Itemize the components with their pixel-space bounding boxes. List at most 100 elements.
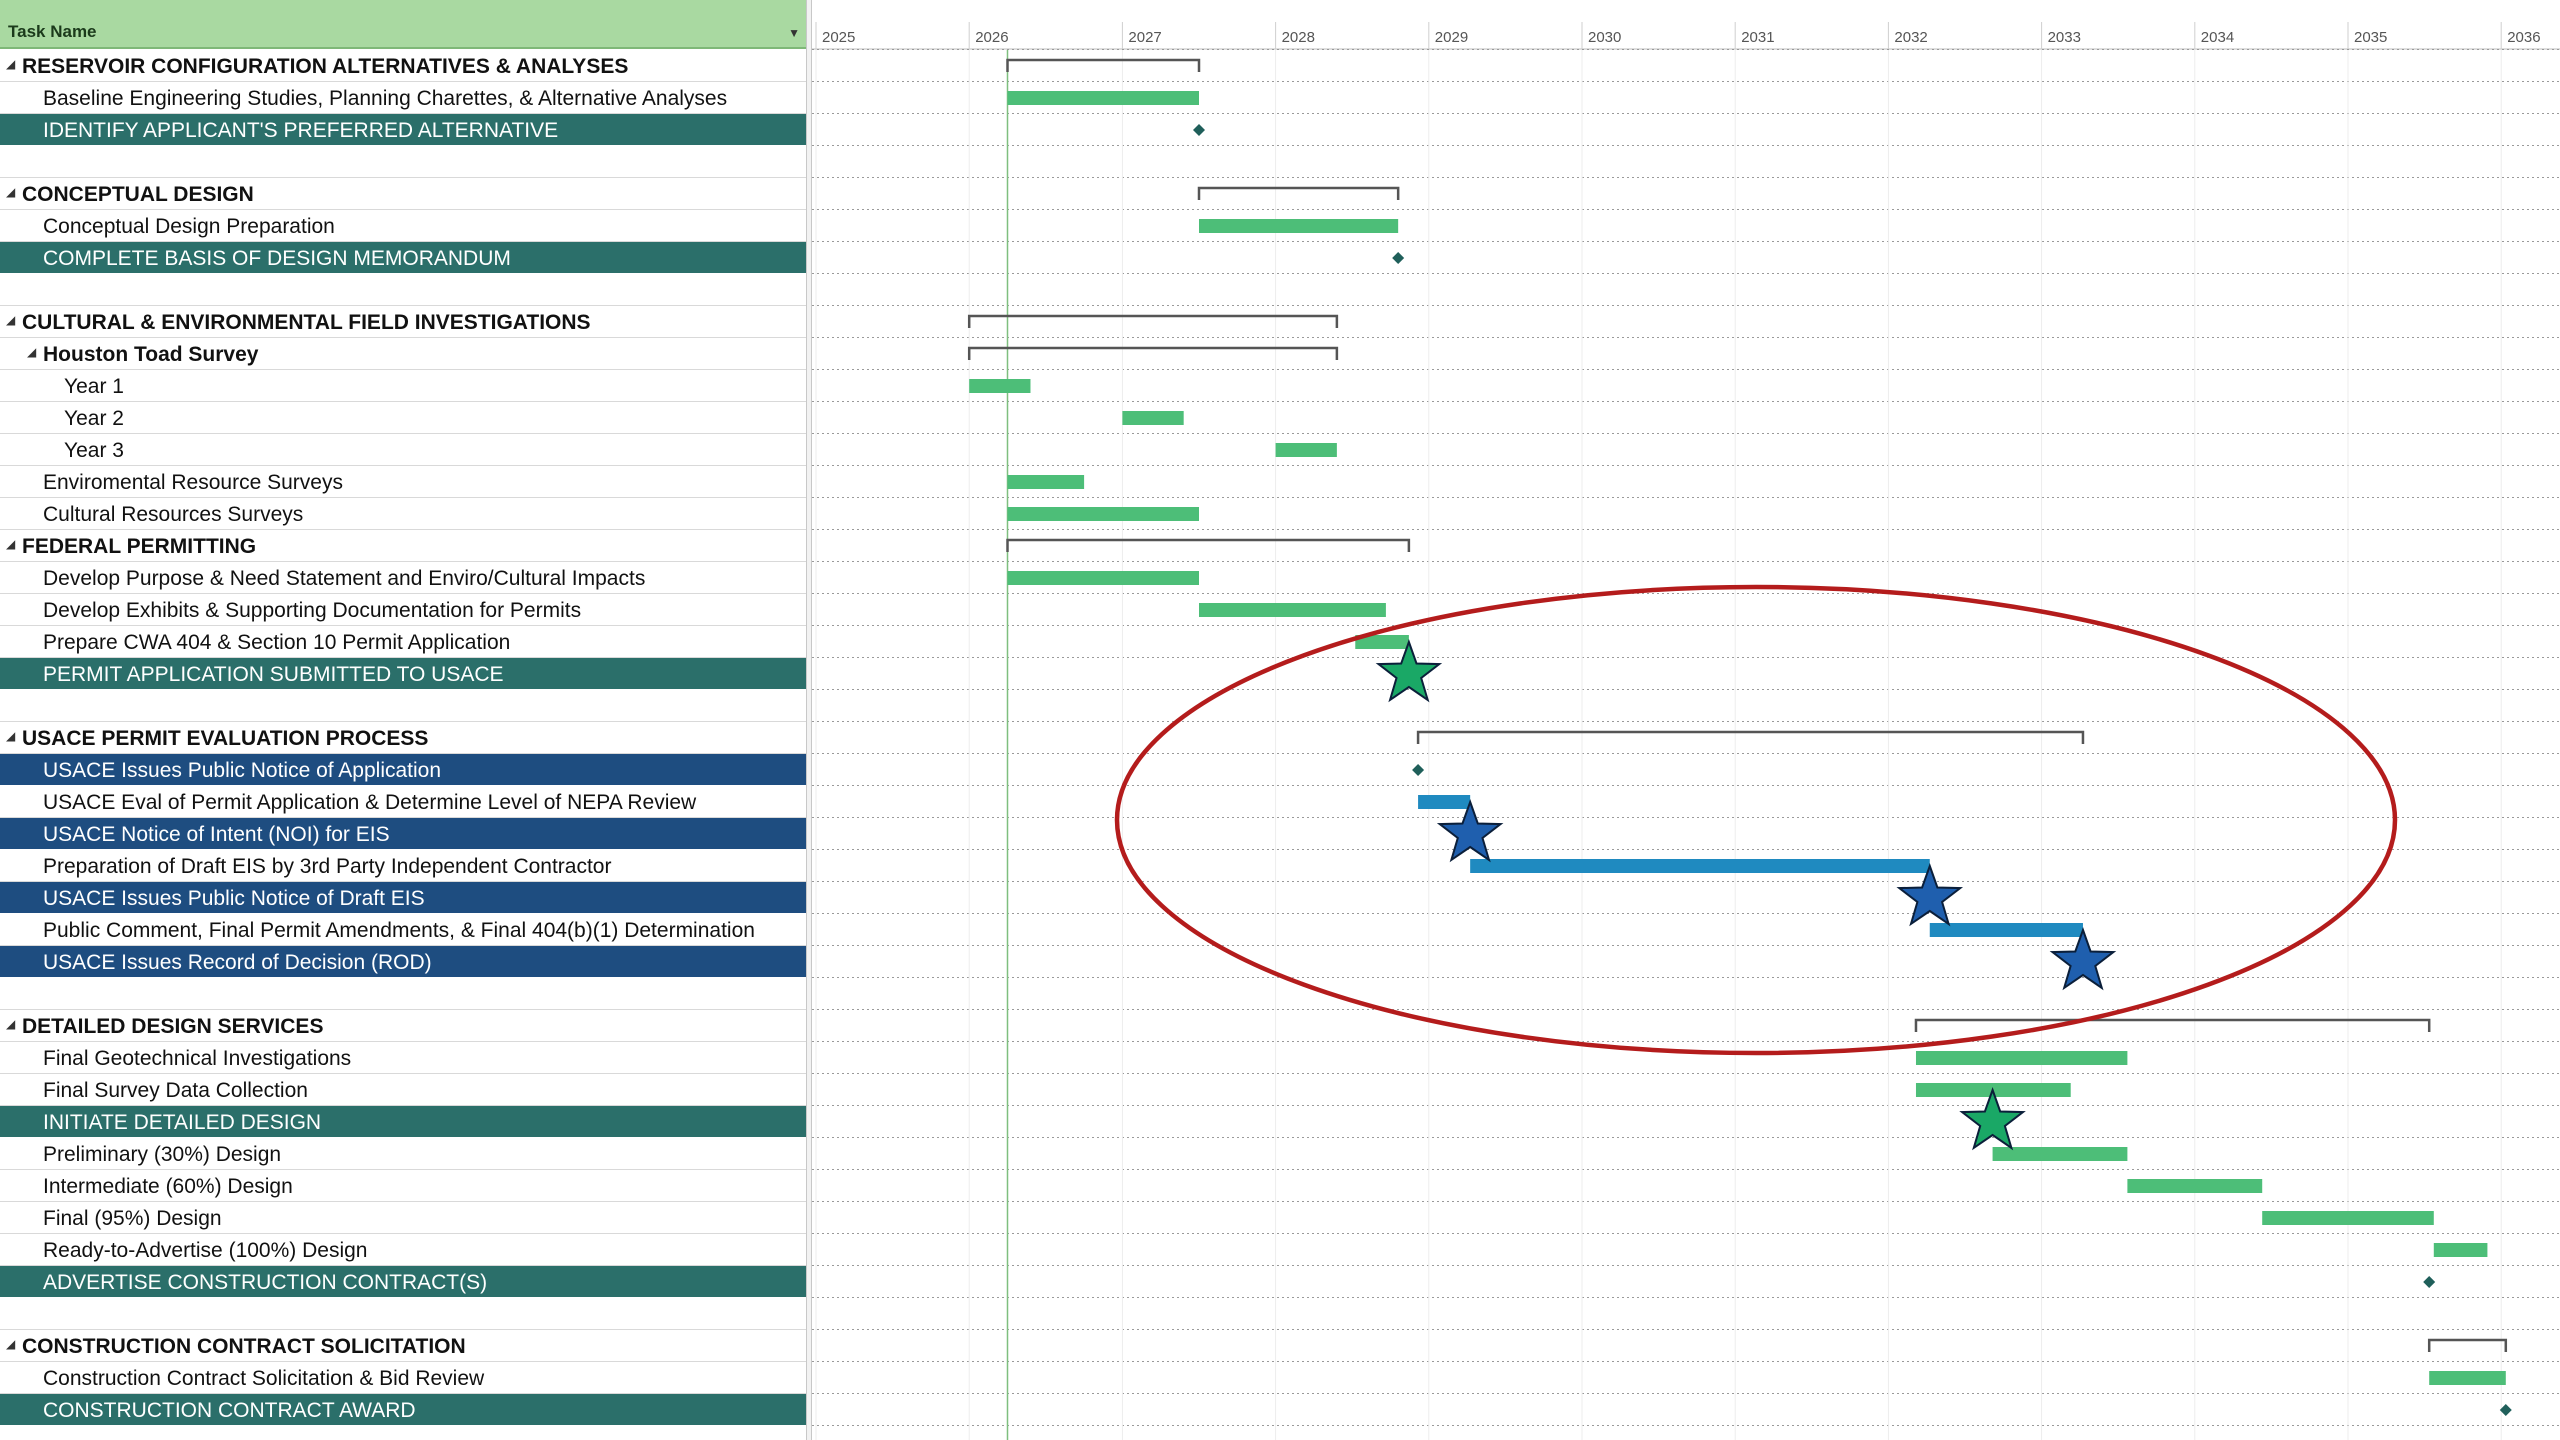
- collapse-toggle-icon[interactable]: ◢: [6, 313, 15, 327]
- milestone-row[interactable]: USACE Notice of Intent (NOI) for EIS: [0, 818, 806, 850]
- collapse-toggle-icon[interactable]: ◢: [6, 185, 15, 199]
- blank-row[interactable]: [0, 1298, 806, 1330]
- task-row[interactable]: Public Comment, Final Permit Amendments,…: [0, 914, 806, 946]
- task-name-header-label: Task Name: [8, 22, 97, 41]
- collapse-toggle-icon[interactable]: ◢: [6, 729, 15, 743]
- summary-bracket[interactable]: [1914, 1018, 2431, 1032]
- task-bar[interactable]: [1007, 507, 1200, 521]
- task-row[interactable]: Enviromental Resource Surveys: [0, 466, 806, 498]
- task-bar[interactable]: [1199, 603, 1386, 617]
- task-bar[interactable]: [1418, 795, 1471, 809]
- collapse-toggle-icon[interactable]: ◢: [27, 345, 36, 359]
- summary-bracket[interactable]: [1006, 538, 1411, 552]
- blank-row[interactable]: [0, 690, 806, 722]
- task-bar[interactable]: [1199, 219, 1399, 233]
- task-bar[interactable]: [969, 379, 1031, 393]
- milestone-row[interactable]: PERMIT APPLICATION SUBMITTED TO USACE: [0, 658, 806, 690]
- milestone-row[interactable]: INITIATE DETAILED DESIGN: [0, 1106, 806, 1138]
- milestone-diamond[interactable]: [1193, 124, 1205, 136]
- task-row[interactable]: Intermediate (60%) Design: [0, 1170, 806, 1202]
- task-name-label: CULTURAL & ENVIRONMENTAL FIELD INVESTIGA…: [22, 311, 591, 334]
- column-filter-dropdown-icon[interactable]: ▼: [788, 26, 800, 40]
- summary-task-row[interactable]: ◢ CULTURAL & ENVIRONMENTAL FIELD INVESTIG…: [0, 306, 806, 338]
- summary-task-row[interactable]: ◢ USACE PERMIT EVALUATION PROCESS: [0, 722, 806, 754]
- milestone-row[interactable]: IDENTIFY APPLICANT'S PREFERRED ALTERNATI…: [0, 114, 806, 146]
- task-row[interactable]: Final Geotechnical Investigations: [0, 1042, 806, 1074]
- task-row[interactable]: USACE Eval of Permit Application & Deter…: [0, 786, 806, 818]
- task-name-label: ADVERTISE CONSTRUCTION CONTRACT(S): [43, 1271, 488, 1294]
- milestone-row[interactable]: USACE Issues Public Notice of Draft EIS: [0, 882, 806, 914]
- blank-row[interactable]: [0, 274, 806, 306]
- collapse-toggle-icon[interactable]: ◢: [6, 537, 15, 551]
- task-bar[interactable]: [1929, 923, 2083, 937]
- task-bar[interactable]: [1007, 91, 1200, 105]
- summary-bracket[interactable]: [1416, 730, 2085, 744]
- task-row[interactable]: Final (95%) Design: [0, 1202, 806, 1234]
- task-row[interactable]: Final Survey Data Collection: [0, 1074, 806, 1106]
- task-name-label: Baseline Engineering Studies, Planning C…: [43, 87, 728, 110]
- collapse-toggle-icon[interactable]: ◢: [6, 57, 15, 71]
- gantt-view: Task Name ▼ ◢ RESERVOIR CONFIGURATION ALT…: [0, 0, 2560, 1440]
- task-bar[interactable]: [2262, 1211, 2434, 1225]
- star-marker-icon: [1896, 863, 1964, 927]
- task-name-label: Final Geotechnical Investigations: [43, 1047, 352, 1070]
- year-tick-label: 2032: [1894, 29, 1927, 46]
- milestone-row[interactable]: USACE Issues Public Notice of Applicatio…: [0, 754, 806, 786]
- summary-bracket[interactable]: [967, 314, 1339, 328]
- task-name-label: Construction Contract Solicitation & Bid…: [43, 1367, 485, 1390]
- summary-bracket[interactable]: [2427, 1338, 2508, 1352]
- highlight-ellipse: [1114, 584, 2398, 1056]
- milestone-diamond[interactable]: [1392, 252, 1405, 264]
- summary-bracket[interactable]: [967, 346, 1339, 360]
- task-name-label: USACE PERMIT EVALUATION PROCESS: [22, 727, 429, 750]
- summary-task-row[interactable]: ◢ DETAILED DESIGN SERVICES: [0, 1010, 806, 1042]
- task-bar[interactable]: [1915, 1051, 2128, 1065]
- milestone-row[interactable]: COMPLETE BASIS OF DESIGN MEMORANDUM: [0, 242, 806, 274]
- task-bar[interactable]: [1007, 571, 1200, 585]
- collapse-toggle-icon[interactable]: ◢: [6, 1017, 15, 1031]
- year-tick-label: 2029: [1435, 29, 1468, 46]
- milestone-diamond[interactable]: [1412, 764, 1425, 776]
- summary-bracket[interactable]: [1006, 58, 1201, 72]
- task-name-label: PERMIT APPLICATION SUBMITTED TO USACE: [43, 663, 504, 686]
- task-row[interactable]: Year 2: [0, 402, 806, 434]
- task-bar[interactable]: [1007, 475, 1085, 489]
- blank-row[interactable]: [0, 146, 806, 178]
- milestone-row[interactable]: CONSTRUCTION CONTRACT AWARD: [0, 1394, 806, 1426]
- task-row[interactable]: Ready-to-Advertise (100%) Design: [0, 1234, 806, 1266]
- task-name-label: DETAILED DESIGN SERVICES: [22, 1015, 324, 1038]
- task-row[interactable]: Construction Contract Solicitation & Bid…: [0, 1362, 806, 1394]
- task-row[interactable]: Baseline Engineering Studies, Planning C…: [0, 82, 806, 114]
- summary-task-row[interactable]: ◢ FEDERAL PERMITTING: [0, 530, 806, 562]
- summary-task-row[interactable]: ◢ CONCEPTUAL DESIGN: [0, 178, 806, 210]
- task-row[interactable]: Develop Exhibits & Supporting Documentat…: [0, 594, 806, 626]
- task-bar[interactable]: [2433, 1243, 2488, 1257]
- task-row[interactable]: Prepare CWA 404 & Section 10 Permit Appl…: [0, 626, 806, 658]
- summary-bracket[interactable]: [1197, 186, 1400, 200]
- task-row[interactable]: Year 1: [0, 370, 806, 402]
- milestone-row[interactable]: USACE Issues Record of Decision (ROD): [0, 946, 806, 978]
- collapse-toggle-icon[interactable]: ◢: [6, 1337, 15, 1351]
- summary-task-row[interactable]: ◢ CONSTRUCTION CONTRACT SOLICITATION: [0, 1330, 806, 1362]
- task-row[interactable]: Cultural Resources Surveys: [0, 498, 806, 530]
- task-bar[interactable]: [2429, 1371, 2506, 1385]
- summary-task-row[interactable]: ◢ Houston Toad Survey: [0, 338, 806, 370]
- task-bar[interactable]: [1275, 443, 1337, 457]
- task-row[interactable]: Year 3: [0, 434, 806, 466]
- task-row[interactable]: Preparation of Draft EIS by 3rd Party In…: [0, 850, 806, 882]
- summary-task-row[interactable]: ◢ RESERVOIR CONFIGURATION ALTERNATIVES & …: [0, 50, 806, 82]
- task-bar[interactable]: [1122, 411, 1184, 425]
- task-name-column-header[interactable]: Task Name ▼: [0, 0, 806, 49]
- milestone-row[interactable]: ADVERTISE CONSTRUCTION CONTRACT(S): [0, 1266, 806, 1298]
- task-bar[interactable]: [2127, 1179, 2263, 1193]
- task-row[interactable]: Conceptual Design Preparation: [0, 210, 806, 242]
- task-row[interactable]: Preliminary (30%) Design: [0, 1138, 806, 1170]
- milestone-diamond[interactable]: [2423, 1276, 2436, 1288]
- year-tick-label: 2026: [975, 29, 1008, 46]
- task-bar[interactable]: [1470, 859, 1930, 873]
- task-name-label: Houston Toad Survey: [43, 343, 259, 366]
- blank-row[interactable]: [0, 978, 806, 1010]
- task-row[interactable]: Develop Purpose & Need Statement and Env…: [0, 562, 806, 594]
- year-tick-label: 2036: [2507, 29, 2540, 46]
- year-tick-label: 2031: [1741, 29, 1774, 46]
